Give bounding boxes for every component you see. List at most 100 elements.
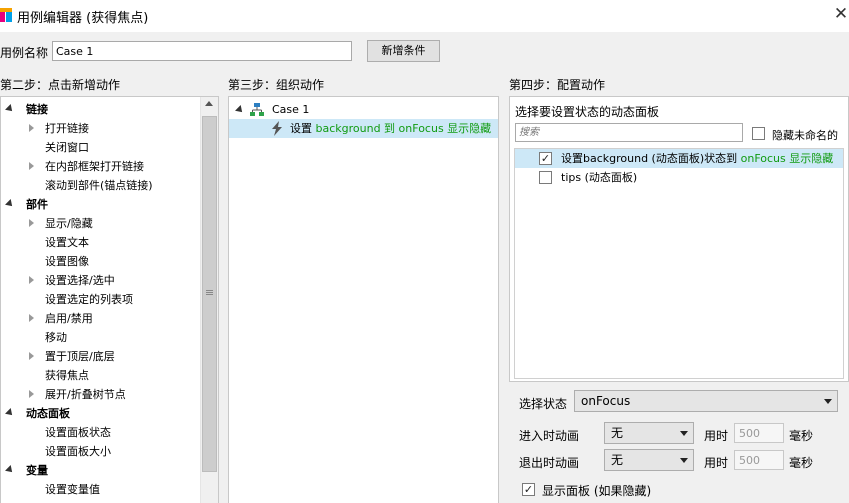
state-select-value: onFocus xyxy=(581,394,631,408)
tree-item[interactable]: 设置选定的列表项 xyxy=(1,290,201,309)
case-node-label: Case 1 xyxy=(272,103,310,116)
collapsed-triangle-icon[interactable] xyxy=(29,314,34,322)
tree-item[interactable]: 设置变量值 xyxy=(1,480,201,499)
collapsed-triangle-icon[interactable] xyxy=(29,124,34,132)
tree-category[interactable]: 链接 xyxy=(1,100,201,119)
enter-anim-select[interactable]: 无 xyxy=(604,422,694,444)
tree-item[interactable]: 启用/禁用 xyxy=(1,309,201,328)
tree-item[interactable]: 打开链接 xyxy=(1,119,201,138)
enter-anim-value: 无 xyxy=(611,426,624,440)
case-tree-icon xyxy=(250,103,264,116)
enter-duration-label: 用时 xyxy=(704,429,729,443)
tree-item[interactable]: 滚动到部件(锚点链接) xyxy=(1,176,201,195)
enter-anim-label: 进入时动画 xyxy=(519,429,580,443)
window-title: 用例编辑器 (获得焦点) xyxy=(17,11,149,26)
list-item[interactable]: tips (动态面板) xyxy=(515,168,843,187)
configure-action-panel: 选择要设置状态的动态面板 隐藏未命名的 ✓ 设置background (动态面板… xyxy=(509,96,849,382)
show-panel-checkbox[interactable]: ✓ xyxy=(522,483,535,496)
expanded-triangle-icon[interactable] xyxy=(5,199,15,209)
tree-item-label: 在内部框架打开链接 xyxy=(45,160,144,173)
exit-duration-label: 用时 xyxy=(704,456,729,470)
tree-item[interactable]: 获得焦点 xyxy=(1,366,201,385)
scroll-thumb[interactable] xyxy=(202,116,217,472)
case-node[interactable]: Case 1 xyxy=(229,100,498,119)
tree-item-label: 展开/折叠树节点 xyxy=(45,388,126,401)
tree-item[interactable]: 设置选择/选中 xyxy=(1,271,201,290)
add-condition-button[interactable]: 新增条件 xyxy=(367,40,440,62)
search-input[interactable] xyxy=(515,123,743,142)
lightning-icon xyxy=(272,121,282,136)
tree-category-label: 部件 xyxy=(26,198,48,211)
tree-item[interactable]: 置于顶层/底层 xyxy=(1,347,201,366)
tree-item[interactable]: 设置文本 xyxy=(1,233,201,252)
tree-item[interactable]: 移动 xyxy=(1,328,201,347)
panel-checkbox[interactable] xyxy=(539,171,552,184)
panel-item-label: tips (动态面板) xyxy=(561,171,638,184)
step4-heading: 第四步：配置动作 xyxy=(509,78,606,92)
action-detail: background 到 onFocus 显示隐藏 xyxy=(315,122,492,135)
organize-actions-panel: Case 1 设置 background 到 onFocus 显示隐藏 xyxy=(228,96,499,503)
tree-item-label: 设置面板大小 xyxy=(45,445,111,458)
tree-item[interactable]: 设置图像 xyxy=(1,252,201,271)
case-name-input[interactable] xyxy=(52,41,352,61)
scroll-up-icon[interactable] xyxy=(205,101,213,106)
tree-item-label: 置于顶层/底层 xyxy=(45,350,115,363)
tree-item-label: 显示/隐藏 xyxy=(45,217,93,230)
dropdown-arrow-icon xyxy=(824,399,832,404)
tree-item-label: 设置选定的列表项 xyxy=(45,293,133,306)
exit-ms-unit: 毫秒 xyxy=(789,456,814,470)
expanded-triangle-icon[interactable] xyxy=(235,105,245,115)
state-label: 选择状态 xyxy=(519,397,568,411)
exit-duration-input[interactable] xyxy=(734,450,784,470)
dropdown-arrow-icon xyxy=(680,458,688,463)
exit-anim-label: 退出时动画 xyxy=(519,456,580,470)
show-panel-label: 显示面板 (如果隐藏) xyxy=(542,484,652,498)
close-icon[interactable]: ✕ xyxy=(833,5,849,23)
collapsed-triangle-icon[interactable] xyxy=(29,162,34,170)
tree-item[interactable]: 关闭窗口 xyxy=(1,138,201,157)
expanded-triangle-icon[interactable] xyxy=(5,408,15,418)
dynamic-panel-list: ✓ 设置background (动态面板)状态到 onFocus 显示隐藏 ti… xyxy=(514,148,844,379)
tree-item-label: 设置文本 xyxy=(45,236,89,249)
panel-checkbox[interactable]: ✓ xyxy=(539,152,552,165)
state-select[interactable]: onFocus xyxy=(574,390,838,412)
tree-category-label: 动态面板 xyxy=(26,407,70,420)
action-node[interactable]: 设置 background 到 onFocus 显示隐藏 xyxy=(229,119,498,138)
collapsed-triangle-icon[interactable] xyxy=(29,276,34,284)
hide-unnamed-checkbox[interactable] xyxy=(752,127,765,140)
panel-item-label: 设置background (动态面板)状态到 xyxy=(561,152,741,165)
tree-category[interactable]: 动态面板 xyxy=(1,404,201,423)
list-item[interactable]: ✓ 设置background (动态面板)状态到 onFocus 显示隐藏 xyxy=(515,149,843,168)
tree-item-label: 设置面板状态 xyxy=(45,426,111,439)
step3-heading: 第三步：组织动作 xyxy=(228,78,325,92)
collapsed-triangle-icon[interactable] xyxy=(29,352,34,360)
tree-item[interactable]: 展开/折叠树节点 xyxy=(1,385,201,404)
enter-ms-unit: 毫秒 xyxy=(789,429,814,443)
expanded-triangle-icon[interactable] xyxy=(5,104,15,114)
panel-select-title: 选择要设置状态的动态面板 xyxy=(515,105,660,119)
hide-unnamed-label: 隐藏未命名的 xyxy=(772,129,838,142)
app-logo-icon xyxy=(0,8,12,22)
expanded-triangle-icon[interactable] xyxy=(5,465,15,475)
tree-item[interactable]: 在内部框架打开链接 xyxy=(1,157,201,176)
tree-category-label: 变量 xyxy=(26,464,48,477)
exit-anim-select[interactable]: 无 xyxy=(604,449,694,471)
tree-item[interactable]: 设置面板状态 xyxy=(1,423,201,442)
collapsed-triangle-icon[interactable] xyxy=(29,390,34,398)
actions-tree-panel: 链接打开链接关闭窗口在内部框架打开链接 滚动到部件(锚点链接) 部件显示/隐藏设置文… xyxy=(0,96,219,503)
case-name-label: 用例名称 xyxy=(0,46,49,60)
title-bar: 用例编辑器 (获得焦点) ✕ xyxy=(0,0,849,32)
actions-scrollbar[interactable] xyxy=(200,97,218,503)
tree-item-label: 打开链接 xyxy=(45,122,89,135)
enter-duration-input[interactable] xyxy=(734,423,784,443)
tree-item-label: 设置图像 xyxy=(45,255,89,268)
tree-item-label: 设置变量值 xyxy=(45,483,100,496)
collapsed-triangle-icon[interactable] xyxy=(29,219,34,227)
tree-item[interactable]: 显示/隐藏 xyxy=(1,214,201,233)
tree-item[interactable]: 设置面板大小 xyxy=(1,442,201,461)
tree-item-label: 滚动到部件(锚点链接) xyxy=(45,179,153,192)
tree-item-label: 移动 xyxy=(45,331,67,344)
tree-item-label: 获得焦点 xyxy=(45,369,89,382)
tree-category[interactable]: 部件 xyxy=(1,195,201,214)
tree-category[interactable]: 变量 xyxy=(1,461,201,480)
